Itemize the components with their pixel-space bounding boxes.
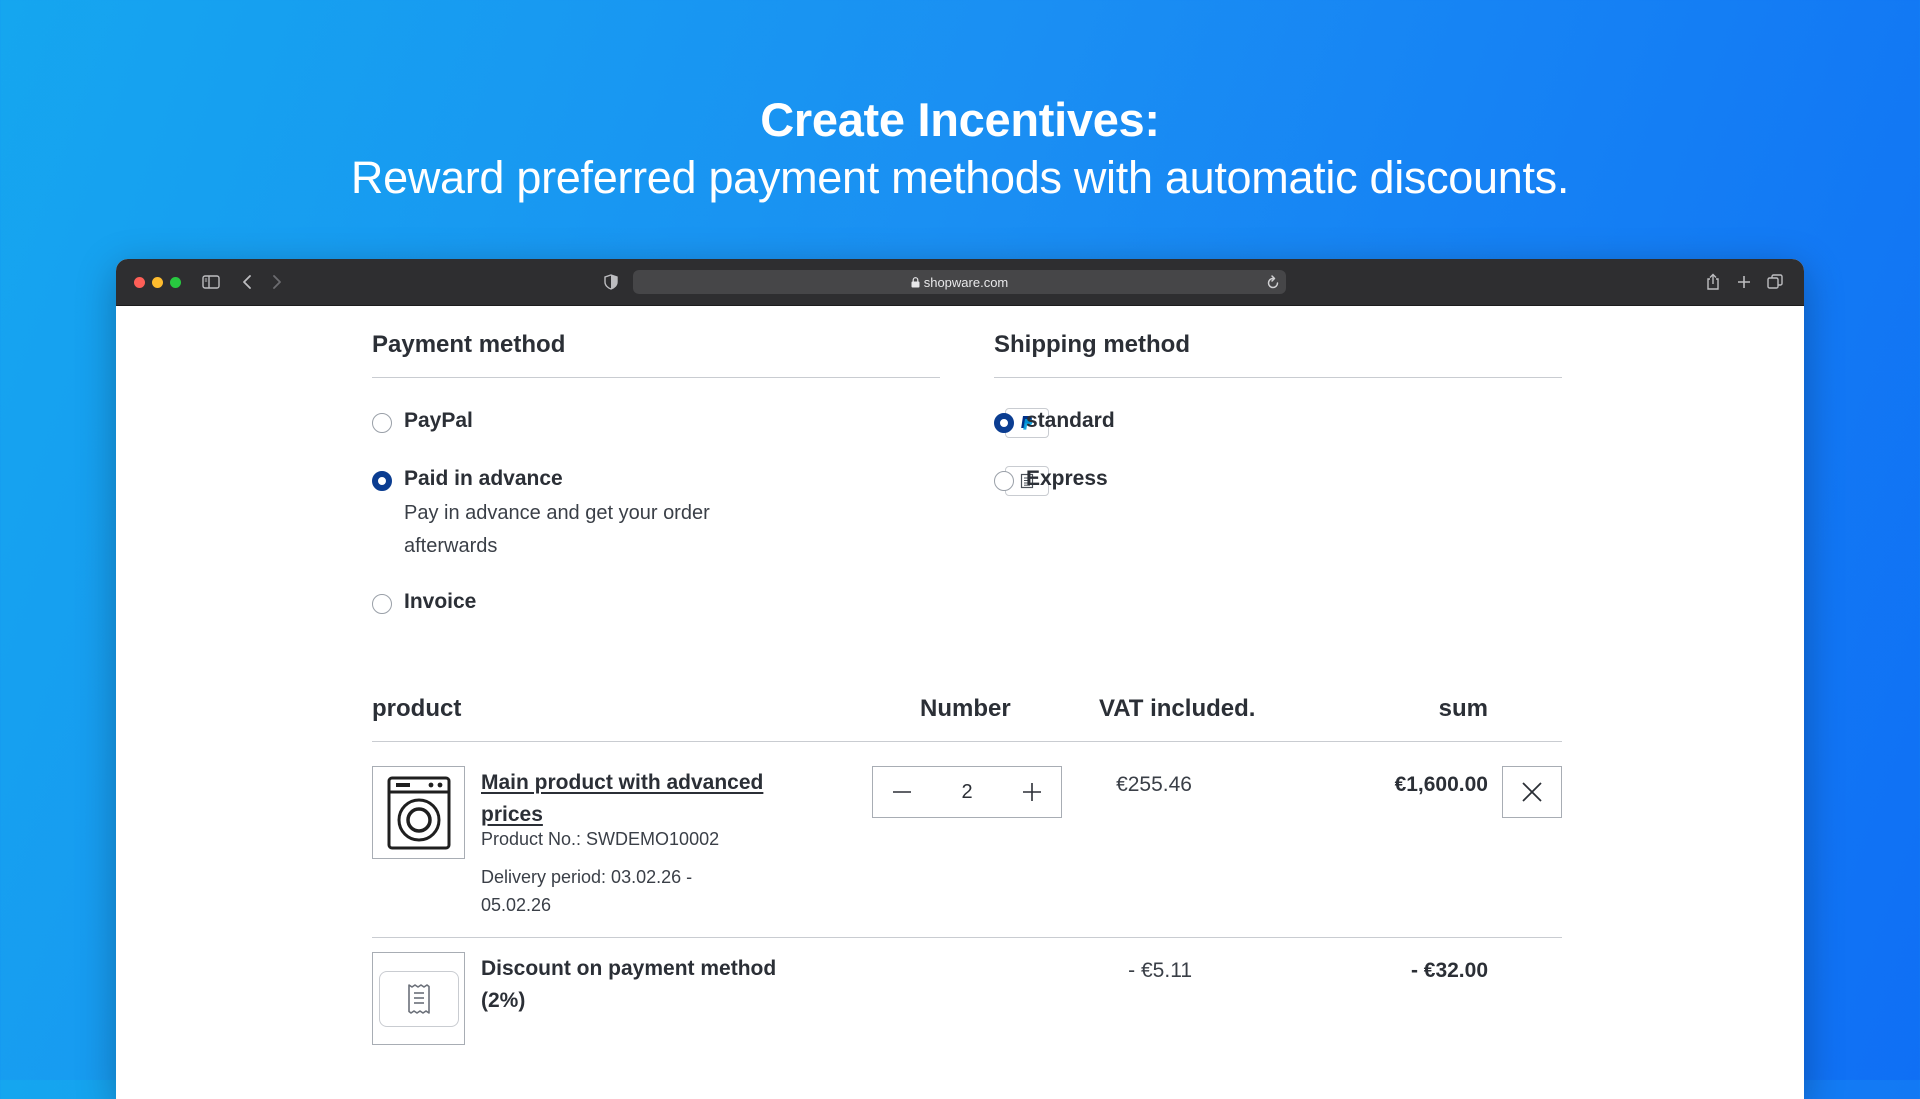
- product-thumbnail[interactable]: [372, 766, 465, 859]
- shipping-method-heading: Shipping method: [994, 331, 1190, 358]
- radio-standard[interactable]: [994, 413, 1014, 433]
- remove-item-button[interactable]: [1502, 766, 1562, 818]
- zoom-window-button[interactable]: [170, 277, 181, 288]
- share-icon[interactable]: [1702, 271, 1724, 293]
- column-header-sum: sum: [1438, 695, 1488, 722]
- sidebar-icon[interactable]: [200, 271, 222, 293]
- discount-badge: [378, 970, 459, 1027]
- shipping-divider: [994, 377, 1562, 378]
- product-sum: €1,600.00: [1394, 773, 1488, 796]
- discount-name: Discount on payment method (2%): [481, 957, 777, 1012]
- discount-thumbnail: [372, 952, 465, 1045]
- radio-paypal[interactable]: [372, 413, 392, 433]
- product-number: Product No.: SWDEMO10002: [481, 829, 720, 849]
- forward-icon[interactable]: [266, 271, 288, 293]
- tabs-icon[interactable]: [1764, 271, 1786, 293]
- discount-vat: - €5.11: [1128, 959, 1192, 982]
- hero-title: Create Incentives:: [760, 93, 1160, 146]
- reload-icon[interactable]: [1266, 274, 1280, 295]
- decrease-quantity-button[interactable]: [891, 781, 913, 803]
- washing-machine-icon: [387, 776, 450, 849]
- close-icon: [1522, 782, 1542, 802]
- quantity-stepper[interactable]: 2: [872, 766, 1062, 818]
- column-header-vat: VAT included.: [1099, 695, 1256, 722]
- discount-sum: - €32.00: [1410, 959, 1488, 982]
- payment-option-paypal-label[interactable]: PayPal: [404, 409, 473, 433]
- payment-method-heading: Payment method: [372, 331, 566, 358]
- lock-icon: [911, 276, 920, 287]
- column-header-product: product: [372, 695, 462, 722]
- hero: Create Incentives: Reward preferred paym…: [0, 92, 1920, 207]
- shield-icon[interactable]: [600, 271, 622, 293]
- radio-express[interactable]: [994, 471, 1014, 491]
- browser-toolbar: shopware.com: [116, 259, 1804, 306]
- payment-option-paid-in-advance-description: Pay in advance and get your order afterw…: [404, 502, 710, 557]
- url-text: shopware.com: [923, 274, 1009, 290]
- quantity-value[interactable]: 2: [961, 781, 972, 804]
- radio-invoice[interactable]: [372, 594, 392, 614]
- receipt-icon: [407, 983, 430, 1014]
- hero-subtitle: Reward preferred payment methods with au…: [350, 152, 1570, 203]
- shipping-option-express-label[interactable]: Express: [1026, 467, 1108, 491]
- minimize-window-button[interactable]: [152, 277, 163, 288]
- back-icon[interactable]: [236, 271, 258, 293]
- column-header-number: Number: [920, 695, 1011, 722]
- radio-paid-in-advance[interactable]: [372, 471, 392, 491]
- row-divider: [372, 937, 1562, 938]
- increase-quantity-button[interactable]: [1021, 781, 1043, 803]
- delivery-period: Delivery period: 03.02.26 - 05.02.26: [481, 867, 693, 915]
- payment-option-paid-in-advance-label[interactable]: Paid in advance: [404, 467, 563, 491]
- browser-window: shopware.com Payment method PayPal Paid …: [116, 259, 1804, 1099]
- product-vat: €255.46: [1116, 773, 1192, 796]
- table-header-divider: [372, 741, 1562, 742]
- minus-icon: [893, 791, 911, 793]
- payment-option-invoice-label[interactable]: Invoice: [404, 590, 476, 614]
- new-tab-icon[interactable]: [1733, 271, 1755, 293]
- address-bar[interactable]: shopware.com: [633, 270, 1286, 294]
- close-window-button[interactable]: [134, 277, 145, 288]
- payment-divider: [372, 377, 940, 378]
- shipping-option-standard-label[interactable]: standard: [1026, 409, 1115, 433]
- product-name-link[interactable]: Main product with advanced prices: [481, 767, 811, 831]
- plus-icon: [1023, 783, 1041, 801]
